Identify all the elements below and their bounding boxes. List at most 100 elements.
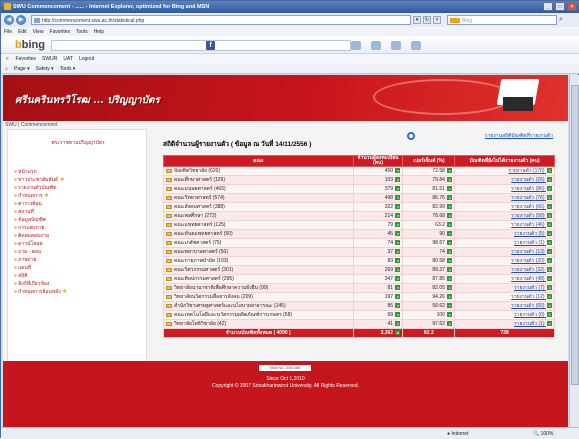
excel-icon[interactable]: x bbox=[547, 285, 552, 291]
fav-swur[interactable]: SWUR bbox=[42, 56, 57, 64]
excel-icon[interactable]: x bbox=[395, 258, 401, 264]
sidebar-item[interactable]: รายงานตัวบัณฑิต bbox=[14, 184, 144, 192]
sidebar-item[interactable]: กำหนดการย้อนหลัง ★ bbox=[14, 288, 144, 296]
missing-cell[interactable]: รายงานตัว (1) x bbox=[454, 238, 555, 248]
excel-icon[interactable]: x bbox=[395, 285, 401, 291]
excel-icon[interactable]: x bbox=[395, 267, 401, 273]
missing-cell[interactable]: รายงานตัว (32) x bbox=[454, 265, 555, 275]
excel-icon[interactable]: x bbox=[547, 258, 552, 264]
excel-icon[interactable]: x bbox=[447, 285, 453, 291]
excel-icon[interactable]: x bbox=[395, 303, 401, 309]
excel-icon[interactable]: x bbox=[547, 168, 552, 174]
sidebar-item[interactable]: สถิติ bbox=[14, 272, 144, 280]
missing-cell[interactable]: รายงานตัว (7) x bbox=[454, 283, 555, 293]
excel-icon[interactable]: x bbox=[447, 231, 453, 237]
browser-search-input[interactable]: Bing bbox=[447, 15, 557, 25]
missing-cell[interactable]: รายงานตัว (170) x bbox=[454, 166, 555, 176]
sidebar-item[interactable]: ข่าวประชาสัมพันธ์ ★ bbox=[14, 176, 144, 184]
address-field[interactable]: http://commencement.swu.ac.th/statistica… bbox=[31, 15, 411, 25]
sidebar-item[interactable]: ถาม - ตอบ bbox=[14, 248, 144, 256]
missing-cell[interactable]: รายงานตัว (60) x bbox=[454, 301, 555, 311]
stop-icon[interactable]: × bbox=[433, 16, 441, 24]
missing-cell[interactable]: รายงานตัว (12) x bbox=[454, 292, 555, 302]
excel-icon[interactable]: x bbox=[447, 195, 453, 201]
excel-icon[interactable]: x bbox=[447, 312, 453, 318]
sidebar-item[interactable]: สถานที่ bbox=[14, 208, 144, 216]
excel-icon[interactable]: x bbox=[395, 168, 401, 174]
faculty-cell[interactable]: วิทยาลัยนานาชาติเพื่อศึกษาความยั่งยืน (9… bbox=[163, 283, 354, 293]
refresh-icon[interactable]: ↻ bbox=[423, 16, 431, 24]
excel-icon[interactable]: x bbox=[447, 240, 453, 246]
missing-cell[interactable]: รายงานตัว (66) x bbox=[454, 202, 555, 212]
excel-icon[interactable]: x bbox=[547, 186, 552, 192]
facebook-icon[interactable]: f bbox=[206, 41, 215, 50]
search-icon[interactable]: ⌕ bbox=[559, 16, 568, 24]
excel-icon[interactable]: x bbox=[395, 213, 401, 219]
sidebar-item[interactable]: การแต่งกาย bbox=[14, 224, 144, 232]
faculty-cell[interactable]: คณะวิทยาศาสตร์ (574) bbox=[163, 193, 354, 203]
toolbar-icon-3[interactable] bbox=[391, 41, 401, 50]
missing-cell[interactable]: รายงานตัว (76) x bbox=[454, 193, 555, 203]
excel-icon[interactable]: x bbox=[547, 177, 552, 183]
excel-icon[interactable]: x bbox=[395, 177, 401, 183]
excel-icon[interactable]: x bbox=[395, 204, 401, 210]
excel-icon[interactable]: x bbox=[447, 276, 453, 282]
faculty-cell[interactable]: บัณฑิตวิทยาลัย (620) bbox=[163, 166, 354, 176]
excel-icon[interactable]: x bbox=[395, 294, 401, 300]
excel-icon[interactable]: x bbox=[447, 186, 453, 192]
toolbar-icon-4[interactable] bbox=[411, 41, 421, 50]
back-button[interactable]: ◀ bbox=[4, 15, 14, 25]
missing-cell[interactable]: รายงานตัว (46) x bbox=[454, 220, 555, 230]
excel-icon[interactable]: x bbox=[395, 240, 401, 246]
menu-favorites[interactable]: Favorites bbox=[49, 29, 70, 35]
excel-icon[interactable]: x bbox=[447, 222, 453, 228]
sidebar-item[interactable]: ข้อมูลบัณฑิต bbox=[14, 216, 144, 224]
cmd-safety[interactable]: Safety ▾ bbox=[36, 66, 54, 73]
menu-view[interactable]: View bbox=[33, 29, 44, 35]
fav-uat[interactable]: UAT bbox=[63, 56, 73, 64]
menu-edit[interactable]: Edit bbox=[18, 29, 27, 35]
excel-icon[interactable]: x bbox=[547, 204, 552, 210]
faculty-cell[interactable]: คณะกายภาพบำบัด (103) bbox=[163, 256, 354, 266]
faculty-cell[interactable]: คณะพลศึกษา (272) bbox=[163, 211, 354, 221]
minimize-button[interactable]: _ bbox=[543, 2, 553, 11]
excel-icon[interactable]: x bbox=[395, 312, 401, 318]
report-link[interactable]: รายงานสถิติบัณฑิตที่รายงานตัว bbox=[405, 132, 553, 140]
excel-icon[interactable]: x bbox=[547, 321, 552, 327]
faculty-cell[interactable]: คณะศึกษาศาสตร์ (129) bbox=[163, 175, 354, 185]
faculty-cell[interactable]: คณะสังคมศาสตร์ (388) bbox=[163, 202, 354, 212]
faculty-cell[interactable]: วิทยาลัยนวัตกรรมสื่อสารสังคม (209) bbox=[163, 292, 354, 302]
excel-icon[interactable]: x bbox=[447, 321, 453, 327]
vertical-scrollbar[interactable] bbox=[569, 75, 579, 427]
excel-icon[interactable]: x bbox=[547, 195, 552, 201]
faculty-cell[interactable]: คณะวิศวกรรมศาสตร์ (301) bbox=[163, 265, 354, 275]
missing-cell[interactable]: รายงานตัว (13) x bbox=[454, 247, 555, 257]
scrollbar-thumb[interactable] bbox=[571, 85, 579, 385]
excel-icon[interactable]: x bbox=[447, 204, 453, 210]
bing-search-input[interactable] bbox=[51, 40, 351, 51]
excel-icon[interactable]: x bbox=[447, 294, 453, 300]
menu-tools[interactable]: Tools bbox=[76, 29, 88, 35]
favorites-label[interactable]: Favorites bbox=[15, 56, 36, 64]
forward-button[interactable]: ▶ bbox=[16, 15, 26, 25]
excel-icon[interactable]: x bbox=[447, 177, 453, 183]
zoom-level[interactable]: 🔍 100% bbox=[533, 431, 553, 437]
excel-icon[interactable]: x bbox=[447, 267, 453, 273]
excel-icon[interactable]: x bbox=[395, 231, 401, 237]
excel-icon[interactable]: x bbox=[395, 195, 401, 201]
sidebar-item[interactable]: ติดต่อสอบถาม bbox=[14, 232, 144, 240]
excel-icon[interactable]: x bbox=[447, 303, 453, 309]
faculty-cell[interactable]: สำนักวิชาเศรษฐศาสตร์และนโยบายสาธารณะ (14… bbox=[163, 301, 354, 311]
cmd-tools[interactable]: Tools ▾ bbox=[60, 66, 76, 73]
faculty-cell[interactable]: คณะทันตแพทยศาสตร์ (50) bbox=[163, 229, 354, 239]
sidebar-item[interactable]: ลิงก์ที่เกี่ยวข้อง bbox=[14, 280, 144, 288]
excel-icon[interactable]: x bbox=[547, 213, 552, 219]
sidebar-item[interactable]: ตารางซ้อม bbox=[14, 200, 144, 208]
missing-cell[interactable]: รายงานตัว (5) x bbox=[454, 229, 555, 239]
excel-icon[interactable]: x bbox=[395, 249, 401, 255]
excel-icon[interactable]: x bbox=[547, 240, 552, 246]
excel-icon[interactable]: x bbox=[395, 321, 401, 327]
missing-cell[interactable]: รายงานตัว (58) x bbox=[454, 211, 555, 221]
excel-icon[interactable]: x bbox=[395, 222, 401, 228]
sidebar-item[interactable]: กำหนดการ ★ bbox=[14, 192, 144, 200]
